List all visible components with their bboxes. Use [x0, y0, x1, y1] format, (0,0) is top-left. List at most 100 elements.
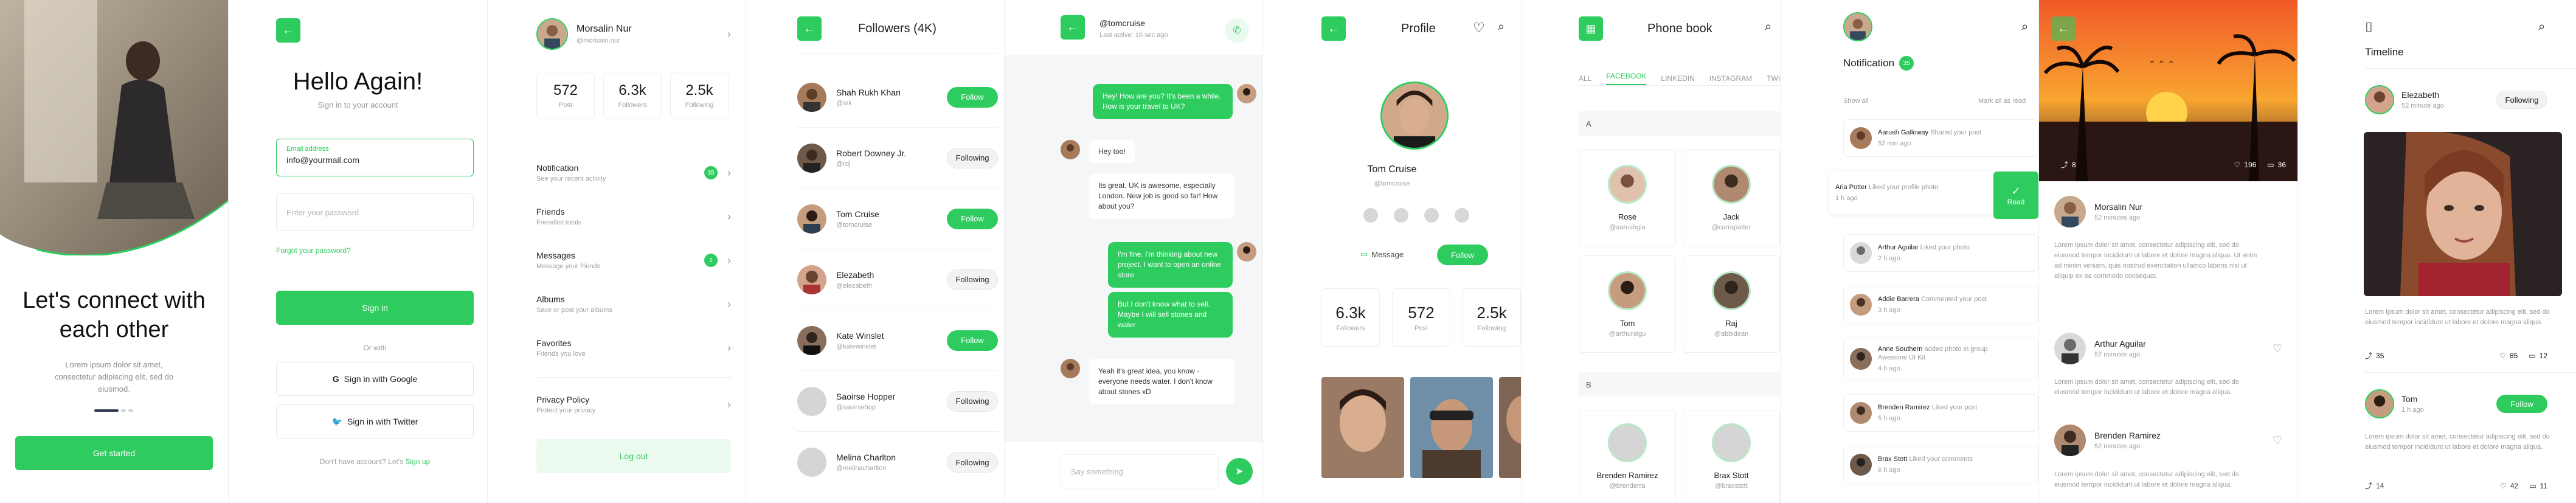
back-button[interactable]: ← [1061, 15, 1085, 40]
heart-icon[interactable]: ♡ [2273, 434, 2282, 447]
avatar[interactable] [2365, 389, 2394, 418]
list-item[interactable]: Elezabeth @elezabeth Following [797, 249, 998, 310]
get-started-button[interactable]: Get started [15, 436, 213, 470]
notification-item[interactable]: Brenden Ramirez Liked your post 5 h ago [1843, 394, 2038, 432]
password-field[interactable]: Enter your password [276, 193, 474, 231]
menu-item-messages[interactable]: Messages Message your friends 2 › [536, 238, 731, 282]
follow-button[interactable]: Follow [947, 208, 998, 229]
menu-item-notification[interactable]: Notification See your recent activity 35 … [536, 151, 731, 195]
post-author[interactable]: Brenden Ramirez [2094, 431, 2273, 440]
share-icon[interactable]: ⤴ [2365, 480, 2372, 491]
list-item[interactable]: Melina Charlton @melinacharlton Following [797, 432, 998, 493]
avatar[interactable] [2054, 196, 2086, 227]
email-field[interactable]: Email address info@yourmail.com [276, 139, 474, 176]
grid-button[interactable]: ▦ [1579, 16, 1603, 41]
signup-link[interactable]: Sign up [405, 457, 430, 466]
follow-button[interactable]: Follow [1437, 245, 1488, 265]
twitter-signin-button[interactable]: 🐦 Sign in with Twitter [276, 404, 474, 439]
back-button[interactable]: ← [276, 18, 300, 43]
heart-icon[interactable]: ♡ [1473, 20, 1485, 36]
follow-button[interactable]: Follow [947, 330, 998, 351]
post-author[interactable]: Elezabeth [2401, 90, 2496, 100]
back-button[interactable]: ← [1321, 16, 1346, 41]
following-button[interactable]: Following [947, 269, 998, 290]
social-icon[interactable] [1363, 208, 1378, 223]
heart-icon[interactable]: ♡ [2273, 342, 2282, 355]
notification-item[interactable]: Aarush Galloway Shared your post 52 min a… [1843, 119, 2038, 157]
follow-button[interactable]: Follow [947, 86, 998, 108]
avatar[interactable] [2054, 425, 2086, 456]
post-author[interactable]: Tom [2401, 394, 2496, 404]
show-all-link[interactable]: Show all [1843, 97, 1869, 105]
google-signin-button[interactable]: G Sign in with Google [276, 362, 474, 396]
send-button[interactable]: ➤ [1226, 458, 1253, 485]
heart-icon[interactable]: ♡ [2234, 161, 2241, 169]
following-button[interactable]: Following [947, 452, 998, 473]
mark-all-read-link[interactable]: Mark all as read [1978, 97, 2026, 105]
social-icon[interactable] [1394, 208, 1408, 223]
gallery-photo[interactable] [1321, 377, 1404, 478]
comment-icon[interactable]: ▭ [2267, 161, 2274, 169]
heart-icon[interactable]: ♡ [2500, 482, 2507, 490]
share-icon[interactable]: ⤴ [2365, 350, 2372, 361]
social-icon[interactable] [1424, 208, 1439, 223]
avatar[interactable] [2365, 85, 2394, 114]
sign-in-button[interactable]: Sign in [276, 291, 474, 325]
comment-icon[interactable]: ▭ [2529, 352, 2535, 360]
search-icon[interactable]: ⌕ [1765, 20, 1771, 34]
forgot-password-link[interactable]: Forgot your password? [276, 246, 351, 255]
profile-header[interactable]: Morsalin Nur @morsalin.nur › [536, 18, 731, 50]
comment-icon[interactable]: ▭ [2529, 482, 2536, 490]
menu-item-privacy[interactable]: Privacy Policy Protect your privacy › [536, 389, 731, 420]
contact-card[interactable]: Brenden Ramirez @brenderra [1579, 411, 1676, 503]
message-input[interactable]: Say something [1061, 454, 1219, 488]
follow-button[interactable]: Follow [2496, 395, 2547, 413]
contact-card[interactable]: Brax Stott @braxstott [1683, 411, 1780, 503]
following-button[interactable]: Following [2496, 91, 2547, 109]
post-author[interactable]: Morsalin Nur [2094, 202, 2142, 212]
contact-card[interactable]: Rose @aarushgia [1579, 149, 1676, 246]
notification-item[interactable]: Arthur Aguilar Liked your photo 2 h ago [1843, 234, 2038, 272]
notification-item-swiped[interactable]: Aria Potter Liked your profile photo 1 h … [1829, 172, 2000, 214]
following-button[interactable]: Following [947, 390, 998, 412]
post-author[interactable]: Arthur Aguilar [2094, 339, 2273, 349]
notification-item[interactable]: Brax Stott Liked your comments 6 h ago [1843, 446, 2038, 484]
social-icon[interactable] [1455, 208, 1469, 223]
tab-linkedin[interactable]: LINKEDIN [1661, 74, 1694, 83]
notification-item[interactable]: Addie Barrera Commented your post 3 h ago [1843, 286, 2038, 324]
tab-twitter[interactable]: TWITTE [1767, 74, 1780, 83]
tab-all[interactable]: ALL [1579, 74, 1591, 83]
back-button[interactable]: ← [2051, 16, 2076, 41]
gallery-photo[interactable] [1410, 377, 1493, 478]
contact-card[interactable]: Tom @arthuralgu [1579, 255, 1676, 353]
heart-icon[interactable]: ♡ [2499, 352, 2506, 360]
list-item[interactable]: Tom Cruise @tomcruise Follow [797, 189, 998, 249]
list-item[interactable]: Kate Winslet @katewinslet Follow [797, 310, 998, 371]
call-button[interactable]: ✆ [1225, 18, 1249, 43]
avatar[interactable] [1843, 12, 1872, 41]
camera-icon[interactable]: ⌷ [2365, 19, 2373, 35]
tab-instagram[interactable]: INSTAGRAM [1709, 74, 1752, 83]
back-button[interactable]: ← [797, 16, 822, 41]
logout-button[interactable]: Log out [536, 439, 731, 473]
share-icon[interactable]: ⤴ [2061, 159, 2068, 170]
avatar[interactable] [2054, 333, 2086, 364]
contact-card[interactable]: Jack @carrapatter [1683, 149, 1780, 246]
read-button[interactable]: ✓ Read [1993, 172, 2038, 219]
message-button[interactable]: ▭ Message [1360, 249, 1404, 259]
list-item[interactable]: Shah Rukh Khan @srk Follow [797, 67, 998, 128]
post-photo[interactable] [2364, 132, 2562, 296]
list-item[interactable]: Robert Downey Jr. @rdj Following [797, 128, 998, 189]
gallery-photo[interactable] [1499, 377, 1521, 478]
following-button[interactable]: Following [947, 147, 998, 168]
search-icon[interactable]: ⌕ [2538, 20, 2545, 34]
search-icon[interactable]: ⌕ [1498, 20, 1504, 34]
menu-item-albums[interactable]: Albums Save or post your albums › [536, 282, 731, 326]
search-icon[interactable]: ⌕ [2021, 20, 2028, 34]
menu-item-favorites[interactable]: Favorites Friends you love › [536, 326, 731, 370]
notification-item[interactable]: Anne Southern added photo in group Aweso… [1843, 338, 2038, 380]
tab-facebook[interactable]: FACEBOOK [1606, 72, 1647, 85]
menu-item-friends[interactable]: Friends Friendlist totals › [536, 195, 731, 238]
list-item[interactable]: Saoirse Hopper @saoirsehop Following [797, 371, 998, 432]
contact-card[interactable]: Raj @abbidean [1683, 255, 1780, 353]
